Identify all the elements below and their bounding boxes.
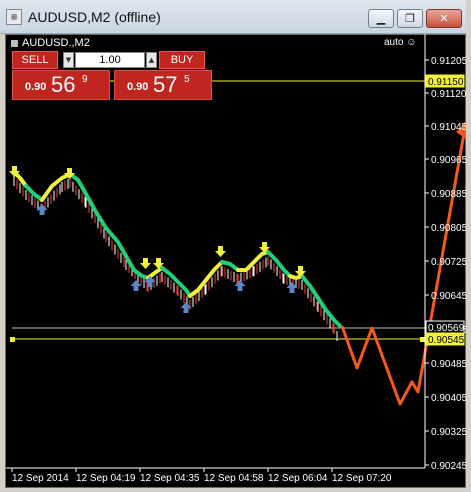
smiley-icon: ☺ — [406, 37, 417, 48]
sell-arrow-icon — [234, 280, 246, 291]
price-tick-label: 0.90405 — [431, 393, 468, 404]
sell-price-sup: 9 — [82, 74, 88, 85]
level-handle-right[interactable] — [420, 337, 425, 342]
price-tick-label: 0.90245 — [431, 461, 468, 472]
sell-arrow-icon — [130, 280, 142, 291]
price-tick-label: 0.91120 — [431, 89, 467, 100]
time-tick-label: 12 Sep 04:19 — [76, 473, 136, 484]
price-tick-label: 0.90965 — [431, 155, 468, 166]
buy-arrow-icon — [215, 246, 226, 257]
auto-scroll-label[interactable]: auto ☺ — [384, 37, 416, 48]
chevron-down-icon: ▼ — [65, 56, 72, 64]
chevron-up-icon: ▲ — [148, 56, 155, 64]
time-tick-label: 12 Sep 04:58 — [204, 473, 264, 484]
level-handle-left[interactable] — [10, 337, 15, 342]
price-level-label: 0.90545 — [428, 335, 465, 346]
price-level-label: 0.90569 — [428, 323, 465, 334]
time-tick-label: 12 Sep 06:04 — [268, 473, 328, 484]
window-border — [466, 0, 471, 492]
lot-decrease-button[interactable]: ▼ — [63, 52, 74, 68]
lot-size-input[interactable]: 1.00 — [75, 52, 145, 68]
sell-price-box[interactable]: 0.90 56 9 — [12, 70, 110, 100]
symbol-label: AUDUSD.,M2 — [22, 37, 90, 49]
time-tick-label: 12 Sep 04:35 — [140, 473, 200, 484]
buy-price-big: 57 — [153, 72, 178, 97]
symbol-menu-icon[interactable] — [11, 40, 18, 47]
price-tick-label: 0.90645 — [431, 291, 468, 302]
buy-arrow-icon — [295, 266, 306, 277]
price-tick-label: 0.90885 — [431, 189, 468, 200]
price-tick-label: 0.90805 — [431, 223, 468, 234]
price-tick-label: 0.90485 — [431, 359, 468, 370]
buy-price-sup: 5 — [184, 74, 190, 85]
time-tick-label: 12 Sep 07:20 — [332, 473, 392, 484]
price-tick-label: 0.91045 — [431, 122, 468, 133]
time-tick-label: 12 Sep 2014 — [12, 473, 69, 484]
buy-arrow-icon — [140, 258, 151, 269]
sell-price-big: 56 — [51, 72, 76, 97]
price-tick-label: 0.90725 — [431, 257, 468, 268]
price-axis: 0.91205 0.91120 0.91045 0.90965 0.90885 0.908… — [425, 56, 468, 472]
signal-arrows — [9, 166, 306, 313]
sell-button[interactable]: SELL — [12, 51, 58, 69]
trend-line — [12, 170, 342, 328]
time-axis: 12 Sep 2014 12 Sep 04:19 12 Sep 04:35 12 Se… — [11, 468, 392, 484]
buy-button[interactable]: BUY — [159, 51, 205, 69]
price-level-label: 0.91150 — [428, 77, 464, 88]
buy-price-prefix: 0.90 — [127, 81, 149, 93]
sell-price-prefix: 0.90 — [25, 81, 47, 93]
price-tick-label: 0.91205 — [431, 56, 468, 67]
buy-price-box[interactable]: 0.90 57 5 — [114, 70, 212, 100]
price-bars — [13, 176, 338, 341]
lot-increase-button[interactable]: ▲ — [146, 52, 157, 68]
price-tick-label: 0.90325 — [431, 427, 468, 438]
